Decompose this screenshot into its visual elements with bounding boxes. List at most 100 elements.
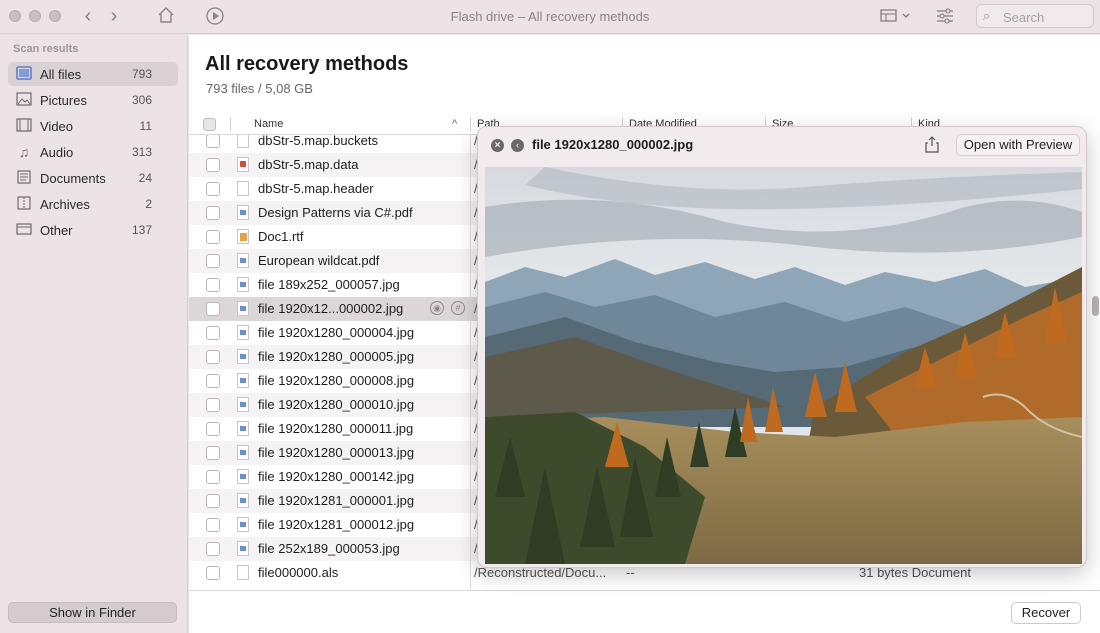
bottom-bar: Recover	[189, 590, 1100, 633]
file-icon	[237, 301, 249, 316]
row-checkbox[interactable]	[206, 374, 220, 388]
resume-scan-icon[interactable]	[204, 6, 226, 28]
row-checkbox[interactable]	[206, 206, 220, 220]
sidebar-item-all-files[interactable]: All files 793	[8, 62, 178, 86]
file-icon	[237, 135, 249, 148]
minimize-window-button[interactable]	[29, 10, 41, 22]
file-name: file 1920x1280_000004.jpg	[258, 325, 415, 340]
view-options-icon[interactable]	[880, 8, 912, 27]
scrollbar-thumb[interactable]	[1092, 296, 1099, 316]
sidebar-item-audio[interactable]: ♫ Audio 313	[8, 140, 178, 164]
sidebar-item-label: All files	[40, 67, 82, 82]
sidebar-item-documents[interactable]: Documents 24	[8, 166, 178, 190]
all-files-icon	[16, 66, 32, 82]
file-name: file 1920x12...000002.jpg	[258, 301, 404, 316]
file-icon	[237, 493, 249, 508]
file-icon	[237, 421, 249, 436]
row-checkbox[interactable]	[206, 158, 220, 172]
file-name: dbStr-5.map.data	[258, 157, 359, 172]
row-checkbox[interactable]	[206, 470, 220, 484]
column-divider	[470, 135, 471, 590]
file-icon	[237, 373, 249, 388]
search-icon: ⌕	[983, 8, 991, 23]
row-checkbox[interactable]	[206, 422, 220, 436]
sidebar-item-other[interactable]: Other 137	[8, 218, 178, 242]
audio-icon: ♫	[18, 144, 30, 160]
sidebar-item-count: 2	[145, 197, 152, 211]
file-name: file 1920x1280_000142.jpg	[258, 469, 415, 484]
file-icon	[237, 229, 249, 244]
row-checkbox[interactable]	[206, 326, 220, 340]
zoom-window-button[interactable]	[49, 10, 61, 22]
filter-settings-icon[interactable]	[936, 8, 954, 27]
close-window-button[interactable]	[9, 10, 21, 22]
row-checkbox[interactable]	[206, 542, 220, 556]
file-name: file000000.als	[258, 565, 339, 580]
file-icon	[237, 469, 249, 484]
file-icon	[237, 397, 249, 412]
eye-preview-icon[interactable]: ◉	[430, 301, 444, 315]
locate-icon[interactable]: #	[451, 301, 465, 315]
sidebar: Scan results All files 793 Pictures 306 …	[0, 35, 188, 633]
file-icon	[237, 277, 249, 292]
row-checkbox[interactable]	[206, 446, 220, 460]
sidebar-item-count: 313	[131, 145, 152, 159]
sidebar-item-video[interactable]: Video 11	[8, 114, 178, 138]
sidebar-item-label: Archives	[40, 197, 90, 212]
file-name: file 1920x1280_000013.jpg	[258, 445, 415, 460]
column-name[interactable]: Name	[254, 118, 283, 130]
video-icon	[16, 118, 32, 134]
close-preview-icon[interactable]: ×	[491, 139, 504, 152]
sidebar-item-label: Pictures	[40, 93, 87, 108]
file-name: Doc1.rtf	[258, 229, 304, 244]
share-icon[interactable]	[924, 136, 940, 154]
title-bar: ‹ › Flash drive – All recovery methods ⌕…	[0, 0, 1100, 34]
row-checkbox[interactable]	[206, 398, 220, 412]
sidebar-item-count: 793	[131, 67, 152, 81]
file-name: Design Patterns via C#.pdf	[258, 205, 413, 220]
row-checkbox[interactable]	[206, 518, 220, 532]
show-in-finder-button[interactable]: Show in Finder	[8, 602, 177, 623]
row-checkbox[interactable]	[206, 494, 220, 508]
file-icon	[237, 445, 249, 460]
row-checkbox[interactable]	[206, 135, 220, 148]
forward-arrow-icon[interactable]: ›	[103, 6, 125, 28]
sidebar-item-count: 24	[138, 171, 152, 185]
file-name: European wildcat.pdf	[258, 253, 380, 268]
select-all-checkbox[interactable]	[203, 118, 216, 131]
preview-options-icon[interactable]: ‹	[511, 139, 524, 152]
home-icon[interactable]	[155, 6, 177, 28]
other-icon	[16, 222, 32, 238]
recover-button[interactable]: Recover	[1011, 602, 1081, 624]
row-checkbox[interactable]	[206, 350, 220, 364]
row-checkbox[interactable]	[206, 182, 220, 196]
file-icon	[237, 181, 249, 196]
file-name: dbStr-5.map.header	[258, 181, 374, 196]
row-checkbox[interactable]	[206, 254, 220, 268]
sort-ascending-icon[interactable]: ^	[452, 118, 457, 130]
row-checkbox[interactable]	[206, 230, 220, 244]
row-checkbox[interactable]	[206, 566, 220, 580]
file-icon	[237, 349, 249, 364]
file-name: file 1920x1280_000011.jpg	[258, 421, 414, 436]
file-name: file 1920x1280_000010.jpg	[258, 397, 415, 412]
sidebar-item-archives[interactable]: Archives 2	[8, 192, 178, 216]
file-name: file 189x252_000057.jpg	[258, 277, 400, 292]
back-arrow-icon[interactable]: ‹	[77, 6, 99, 28]
file-summary: 793 files / 5,08 GB	[206, 81, 313, 96]
file-icon	[237, 325, 249, 340]
file-name: file 1920x1281_000012.jpg	[258, 517, 415, 532]
preview-title: file 1920x1280_000002.jpg	[532, 137, 694, 152]
row-checkbox[interactable]	[206, 302, 220, 316]
search-input[interactable]: ⌕ Search	[976, 4, 1094, 28]
file-icon	[237, 565, 249, 580]
file-name: file 252x189_000053.jpg	[258, 541, 400, 556]
row-checkbox[interactable]	[206, 278, 220, 292]
file-name: file 1920x1281_000001.jpg	[258, 493, 415, 508]
search-placeholder: Search	[1003, 10, 1045, 25]
sidebar-item-pictures[interactable]: Pictures 306	[8, 88, 178, 112]
sidebar-item-label: Video	[40, 119, 74, 134]
file-icon	[237, 205, 249, 220]
open-with-preview-button[interactable]: Open with Preview	[956, 134, 1080, 156]
file-icon	[237, 517, 249, 532]
